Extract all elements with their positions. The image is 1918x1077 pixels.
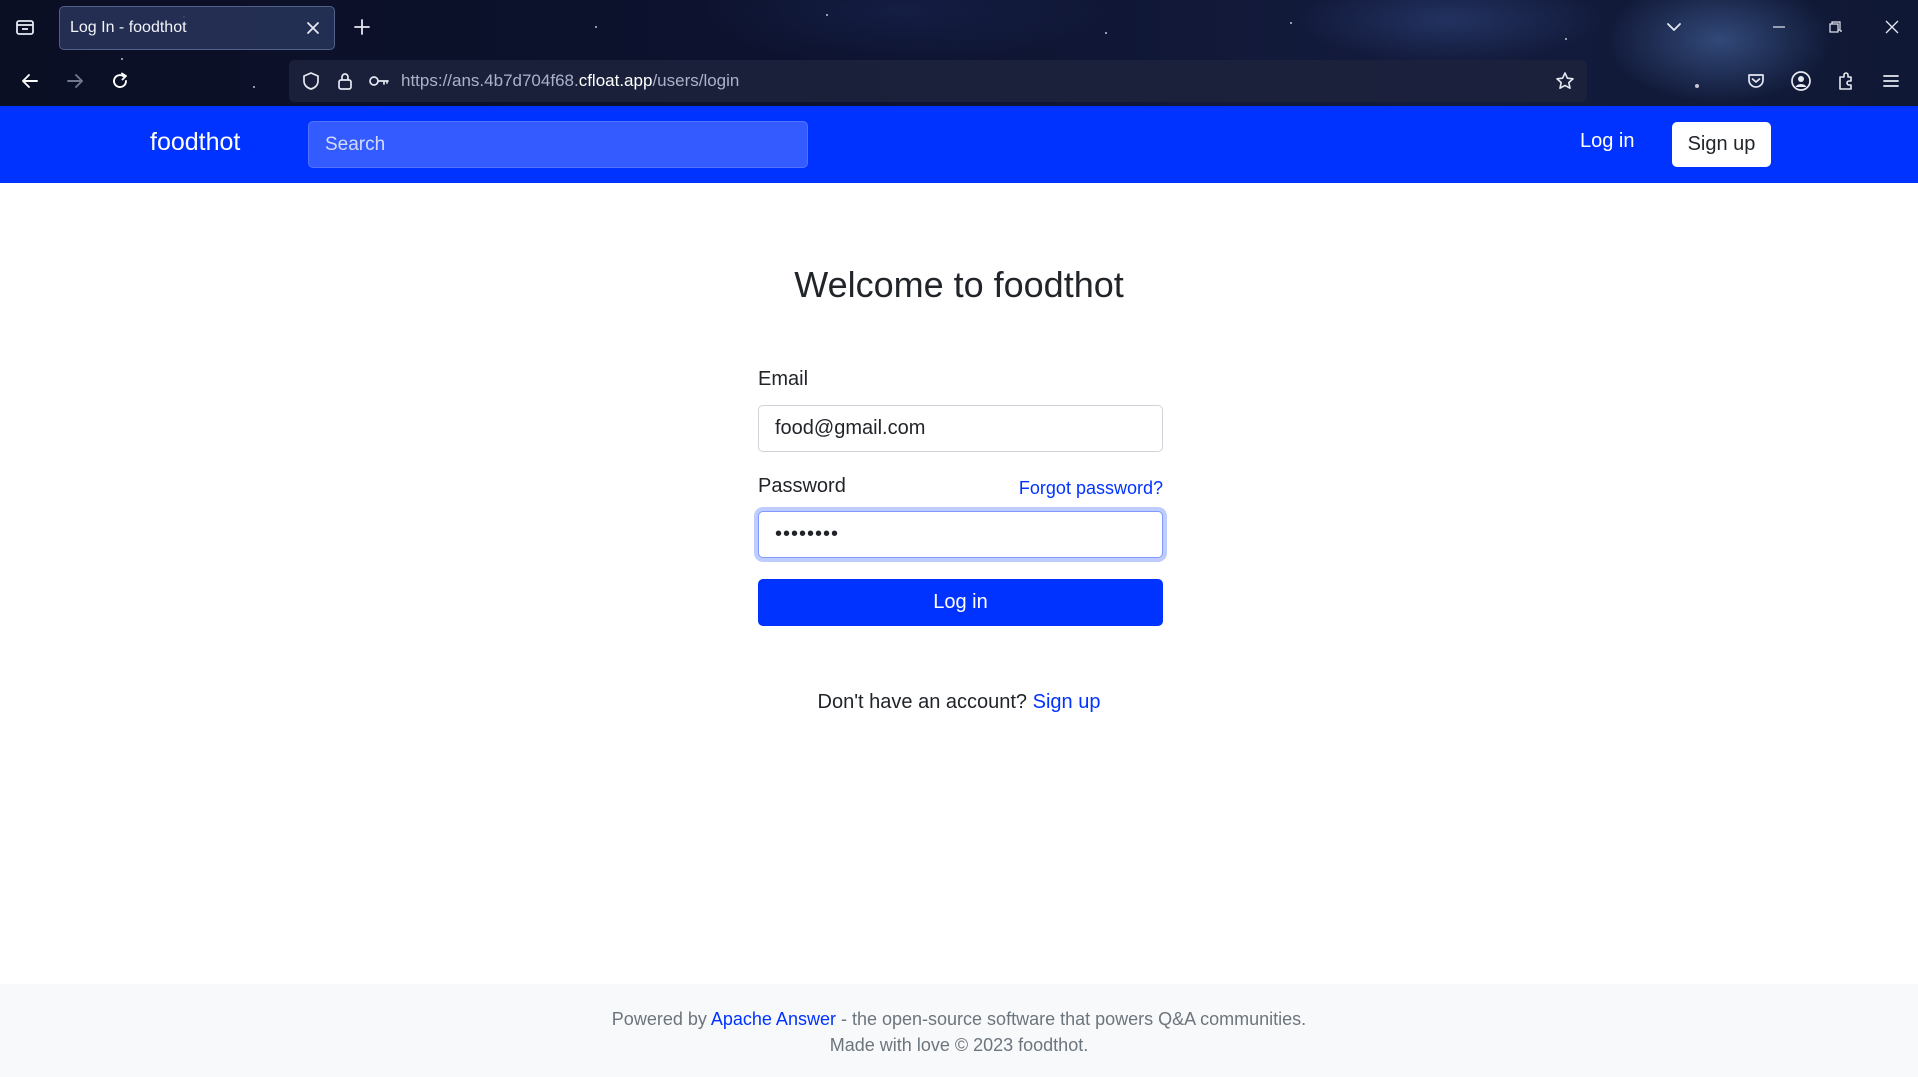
- restore-icon: [1829, 21, 1841, 33]
- close-window-button[interactable]: [1879, 14, 1905, 40]
- powered-by-text: Powered by: [611, 1009, 707, 1029]
- pocket-button[interactable]: [1741, 66, 1771, 96]
- url-prefix: https://ans.4b7d704f68.: [401, 71, 579, 90]
- apache-answer-link[interactable]: Apache Answer: [711, 1009, 836, 1029]
- background-star: [253, 86, 255, 88]
- tab-list-icon: [16, 20, 34, 35]
- key-icon: [369, 76, 389, 86]
- close-icon: [307, 22, 319, 34]
- url-host: cfloat.app: [578, 71, 653, 90]
- bookmark-button[interactable]: [1551, 67, 1579, 95]
- plus-icon: [354, 19, 370, 35]
- reload-icon: [113, 72, 127, 88]
- browser-tab[interactable]: Log In - foodthot: [59, 6, 335, 50]
- header-login-button[interactable]: Log in: [1580, 130, 1635, 153]
- email-label: Email: [758, 368, 809, 390]
- site-header: foodthot Log in Sign up: [0, 106, 1918, 183]
- no-account-text: Don't have an account?: [817, 691, 1028, 713]
- login-submit-button[interactable]: Log in: [758, 579, 1163, 626]
- password-field[interactable]: [758, 511, 1163, 558]
- header-signup-button[interactable]: Sign up: [1672, 122, 1771, 167]
- background-star: [1290, 22, 1292, 24]
- new-tab-button[interactable]: [349, 14, 375, 40]
- site-security-button[interactable]: [331, 67, 359, 95]
- url-path: /users/login: [652, 71, 740, 90]
- background-star: [1565, 38, 1567, 40]
- extensions-button[interactable]: [1831, 66, 1861, 96]
- forgot-password-link[interactable]: Forgot password?: [1019, 478, 1163, 499]
- background-star: [121, 58, 123, 60]
- url-text[interactable]: https://ans.4b7d704f68.cfloat.app/users/…: [401, 71, 739, 91]
- forward-arrow-icon: [67, 74, 83, 88]
- tab-title: Log In - foodthot: [70, 19, 187, 36]
- reload-button[interactable]: [105, 66, 135, 96]
- background-star: [1695, 84, 1699, 88]
- shield-icon: [303, 72, 319, 90]
- back-arrow-icon: [22, 74, 38, 88]
- powered-suffix-text: - the open-source software that powers Q…: [840, 1009, 1307, 1029]
- tab-close-button[interactable]: [302, 17, 324, 39]
- list-all-tabs-button[interactable]: [1661, 14, 1687, 40]
- star-icon: [1556, 72, 1574, 89]
- minimize-button[interactable]: [1766, 14, 1792, 40]
- puzzle-icon: [1839, 72, 1852, 90]
- browser-chrome: Log In - foodthot https://ans.4b7d704f68…: [0, 0, 1918, 106]
- account-icon: [1791, 71, 1811, 91]
- restore-button[interactable]: [1822, 14, 1848, 40]
- tracking-protection-button[interactable]: [297, 67, 325, 95]
- background-star: [1105, 32, 1107, 34]
- forward-button[interactable]: [60, 66, 90, 96]
- page-title: Welcome to foodthot: [794, 264, 1124, 305]
- footer-powered-by: Powered by Apache Answer - the open-sour…: [0, 1009, 1918, 1030]
- minimize-icon: [1773, 26, 1785, 28]
- account-button[interactable]: [1786, 66, 1816, 96]
- lock-icon: [338, 73, 352, 90]
- hamburger-menu-icon: [1883, 75, 1899, 87]
- email-field[interactable]: [758, 405, 1163, 452]
- background-star: [826, 14, 828, 16]
- pocket-icon: [1748, 74, 1764, 88]
- close-icon: [1885, 20, 1899, 34]
- tab-list-button[interactable]: [12, 14, 38, 40]
- background-star: [595, 26, 597, 28]
- search-input[interactable]: [308, 121, 808, 168]
- saved-passwords-button[interactable]: [365, 67, 393, 95]
- signup-link[interactable]: Sign up: [1033, 691, 1101, 713]
- brand-logo-link[interactable]: foodthot: [150, 128, 240, 157]
- footer-made-with: Made with love © 2023 foodthot.: [829, 1035, 1089, 1055]
- app-menu-button[interactable]: [1876, 66, 1906, 96]
- password-label: Password: [758, 475, 846, 497]
- no-account-prompt: Don't have an account? Sign up: [0, 691, 1918, 714]
- address-bar[interactable]: https://ans.4b7d704f68.cfloat.app/users/…: [289, 60, 1587, 102]
- site-footer: [0, 984, 1918, 1077]
- back-button[interactable]: [15, 66, 45, 96]
- chevron-down-icon: [1667, 23, 1681, 31]
